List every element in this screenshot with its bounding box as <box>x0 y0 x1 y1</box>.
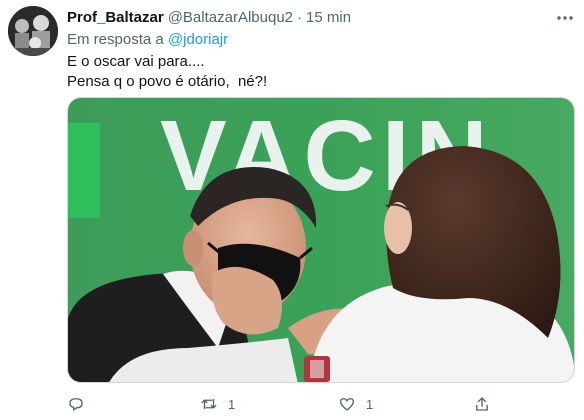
display-name[interactable]: Prof_Baltazar <box>67 9 164 26</box>
retweet-button[interactable]: 1 <box>200 392 235 416</box>
retweet-icon <box>201 398 217 410</box>
more-options-icon[interactable] <box>553 9 577 27</box>
tweet-text-line-1: E o oscar vai para.... <box>67 53 205 70</box>
tweet-header: Prof_Baltazar @BaltazarAlbuqu2 · 15 min <box>67 9 567 27</box>
tweet[interactable]: Prof_Baltazar @BaltazarAlbuqu2 · 15 min Em … <box>0 0 584 420</box>
heart-icon <box>339 398 355 411</box>
retweet-count: 1 <box>228 396 236 412</box>
reply-context: Em resposta a @jdoriajr <box>67 30 228 50</box>
reply-button[interactable] <box>67 392 85 416</box>
tweet-text: E o oscar vai para.... Pensa q o povo é … <box>67 52 267 92</box>
user-handle[interactable]: @BaltazarAlbuqu2 <box>168 9 293 26</box>
tweet-actions: 1 1 <box>67 392 567 416</box>
reply-prefix: Em resposta a <box>67 31 164 48</box>
share-icon <box>476 397 488 411</box>
like-count: 1 <box>366 396 374 412</box>
avatar[interactable] <box>8 6 58 56</box>
tweet-photo[interactable]: VACIN <box>67 97 575 383</box>
comment-icon <box>69 398 83 411</box>
separator-dot: · <box>297 9 303 26</box>
tweet-text-line-2: Pensa q o povo é otário, né?! <box>67 73 268 90</box>
share-button[interactable] <box>473 392 491 416</box>
reply-mention-link[interactable]: @jdoriajr <box>168 31 228 48</box>
like-button[interactable]: 1 <box>338 392 373 416</box>
timestamp[interactable]: 15 min <box>306 9 351 26</box>
